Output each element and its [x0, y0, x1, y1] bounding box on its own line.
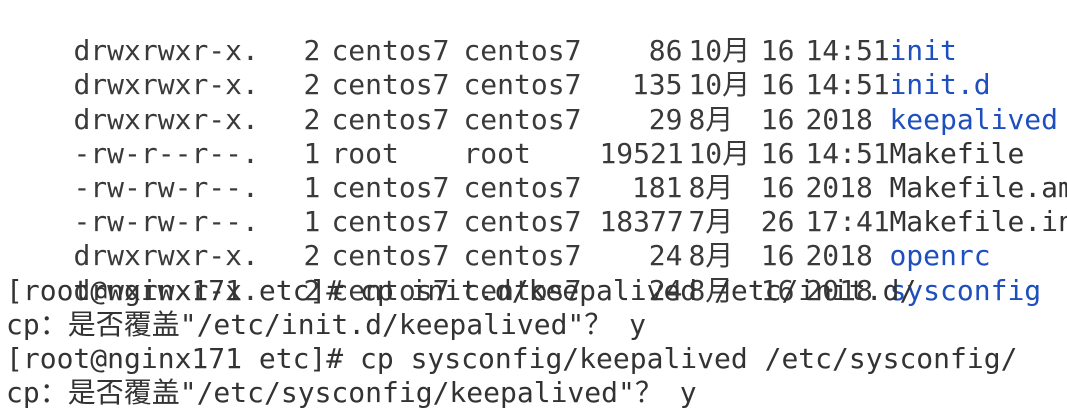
- day: 16: [760, 102, 795, 136]
- day: 16: [760, 239, 795, 273]
- group: centos7: [463, 102, 582, 136]
- file-name: Makefile: [889, 136, 1025, 170]
- owner: centos7: [331, 205, 450, 239]
- time: 14:51: [805, 136, 890, 170]
- permissions: drwxrwxr-x.: [73, 239, 259, 273]
- month: 7月: [688, 205, 734, 239]
- link-count: 2: [303, 34, 321, 68]
- link-count: 1: [303, 170, 321, 204]
- group: centos7: [463, 170, 582, 204]
- link-count: 1: [303, 205, 321, 239]
- time: 2018: [805, 170, 873, 204]
- shell-command-line: [root@nginx171 etc]# cp init.d/keepalive…: [6, 273, 917, 307]
- day: 16: [760, 34, 795, 68]
- day: 26: [760, 205, 795, 239]
- owner: root: [331, 136, 399, 170]
- time: 2018: [805, 102, 873, 136]
- listing-row: drwxrwxr-x. 2 centos7 centos7 86 10月 16 14:51in…: [6, 0, 1067, 67]
- month: 10月: [688, 136, 751, 170]
- link-count: 1: [303, 136, 321, 170]
- link-count: 2: [303, 102, 321, 136]
- permissions: drwxrwxr-x.: [73, 102, 259, 136]
- owner: centos7: [331, 102, 450, 136]
- day: 16: [760, 136, 795, 170]
- overwrite-prompt-line: cp：是否覆盖"/etc/sysconfig/keepalived"？ y: [6, 376, 697, 410]
- owner: centos7: [331, 239, 450, 273]
- file-size: 19521: [599, 136, 684, 170]
- directory-name: init.d: [889, 68, 991, 102]
- group: centos7: [463, 68, 582, 102]
- group: centos7: [463, 34, 582, 68]
- file-size: 135: [631, 68, 683, 102]
- directory-name: openrc: [889, 239, 991, 273]
- permissions: drwxrwxr-x.: [73, 34, 259, 68]
- day: 16: [760, 170, 795, 204]
- month: 8月: [688, 239, 734, 273]
- permissions: drwxrwxr-x.: [73, 68, 259, 102]
- link-count: 2: [303, 239, 321, 273]
- file-size: 24: [648, 239, 683, 273]
- directory-name: init: [889, 34, 957, 68]
- permissions: -rw-r--r--.: [73, 136, 259, 170]
- link-count: 2: [303, 68, 321, 102]
- time: 2018: [805, 239, 873, 273]
- owner: centos7: [331, 170, 450, 204]
- file-size: 86: [648, 34, 683, 68]
- terminal-window[interactable]: drwxrwxr-x. 2 centos7 centos7 86 10月 16 14:51in…: [0, 0, 1067, 412]
- owner: centos7: [331, 34, 450, 68]
- group: root: [463, 136, 531, 170]
- permissions: -rw-rw-r--.: [73, 170, 259, 204]
- time: 14:51: [805, 34, 890, 68]
- file-size: 29: [648, 102, 683, 136]
- file-size: 181: [631, 170, 683, 204]
- month: 8月: [688, 170, 734, 204]
- time: 14:51: [805, 68, 890, 102]
- group: centos7: [463, 239, 582, 273]
- month: 8月: [688, 102, 734, 136]
- overwrite-prompt-line: cp：是否覆盖"/etc/init.d/keepalived"？ y: [6, 307, 647, 341]
- directory-name: keepalived: [889, 102, 1059, 136]
- day: 16: [760, 68, 795, 102]
- time: 17:41: [805, 205, 890, 239]
- permissions: -rw-rw-r--.: [73, 205, 259, 239]
- file-name: Makefile.am: [889, 170, 1067, 204]
- file-size: 18377: [599, 205, 684, 239]
- file-name: Makefile.in: [889, 205, 1067, 239]
- month: 10月: [688, 68, 751, 102]
- owner: centos7: [331, 68, 450, 102]
- shell-command-line: [root@nginx171 etc]# cp sysconfig/keepal…: [6, 341, 1018, 375]
- month: 10月: [688, 34, 751, 68]
- group: centos7: [463, 205, 582, 239]
